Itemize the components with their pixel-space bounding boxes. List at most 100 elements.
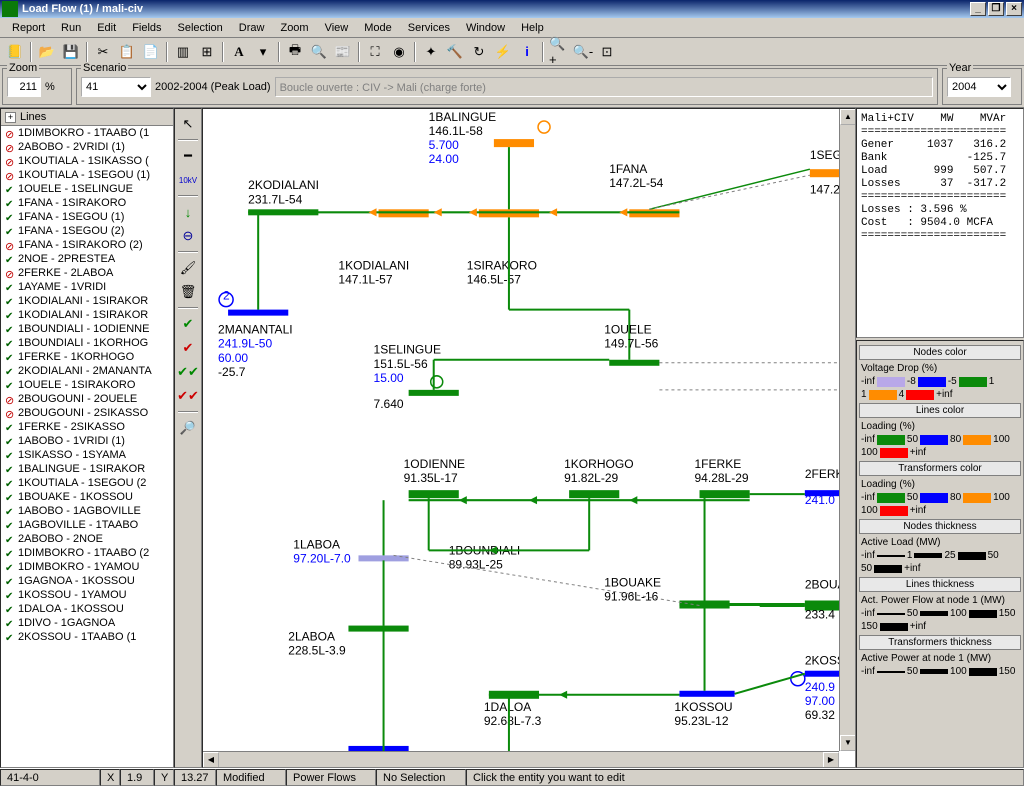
bolt-icon[interactable]: ⚡ <box>492 41 514 63</box>
line-item[interactable]: 1DALOA - 1KOSSOU <box>1 602 173 616</box>
info-icon[interactable]: i <box>516 41 538 63</box>
menu-fields[interactable]: Fields <box>124 20 169 36</box>
line-item[interactable]: 1KODIALANI - 1SIRAKOR <box>1 308 173 322</box>
paste-icon[interactable]: 📄 <box>140 41 162 63</box>
transformer-icon[interactable]: ⊖ <box>176 225 200 247</box>
line-item[interactable]: 1FANA - 1SIRAKORO (2) <box>1 238 173 252</box>
menu-window[interactable]: Window <box>458 20 513 36</box>
scroll-right-icon[interactable]: ▶ <box>823 752 839 768</box>
line-item[interactable]: 1KODIALANI - 1SIRAKOR <box>1 294 173 308</box>
line-item[interactable]: 1FERKE - 1KORHOGO <box>1 350 173 364</box>
minimize-button[interactable]: _ <box>970 2 986 16</box>
menu-view[interactable]: View <box>317 20 357 36</box>
line-item[interactable]: 1GAGNOA - 1KOSSOU <box>1 574 173 588</box>
trash-icon[interactable]: 🗑 <box>176 281 200 303</box>
line-item[interactable]: 2ABOBO - 2NOE <box>1 532 173 546</box>
line-item[interactable]: 1ABOBO - 1VRIDI (1) <box>1 434 173 448</box>
cut-icon[interactable]: ✂ <box>92 41 114 63</box>
year-select[interactable]: 2004 <box>947 77 1011 97</box>
hammer-icon[interactable]: 🔨 <box>444 41 466 63</box>
line-item[interactable]: 1OUELE - 1SELINGUE <box>1 182 173 196</box>
star-icon[interactable]: ✦ <box>420 41 442 63</box>
check-green-icon[interactable]: ✔ <box>176 313 200 335</box>
line-item[interactable]: 1FANA - 1SIRAKORO <box>1 196 173 210</box>
zoom-input[interactable] <box>7 77 41 97</box>
font-icon[interactable]: A <box>228 41 250 63</box>
refresh-icon[interactable]: ↻ <box>468 41 490 63</box>
line-item[interactable]: 1FERKE - 2SIKASSO <box>1 420 173 434</box>
line-item[interactable]: 1KOUTIALA - 1SEGOU (2 <box>1 476 173 490</box>
hierarchy-icon[interactable]: ⛶ <box>364 41 386 63</box>
line-item[interactable]: 1BALINGUE - 1SIRAKOR <box>1 462 173 476</box>
line-item[interactable]: 2NOE - 2PRESTEA <box>1 252 173 266</box>
zoom-in-icon[interactable]: 🔍+ <box>548 41 570 63</box>
vertical-scrollbar[interactable]: ▲ ▼ <box>839 109 855 751</box>
check-red-icon[interactable]: ✔ <box>176 337 200 359</box>
line-item[interactable]: 2BOUGOUNI - 2OUELE <box>1 392 173 406</box>
scroll-left-icon[interactable]: ◀ <box>203 752 219 768</box>
line-item[interactable]: 1AYAME - 1VRIDI <box>1 280 173 294</box>
lines-header[interactable]: + Lines <box>1 109 173 126</box>
line-item[interactable]: 1KOUTIALA - 1SIKASSO ( <box>1 154 173 168</box>
line-item[interactable]: 1KOSSOU - 1YAMOU <box>1 588 173 602</box>
copy-icon[interactable]: 📋 <box>116 41 138 63</box>
print-preview-icon[interactable]: 🔍 <box>308 41 330 63</box>
line-item[interactable]: 2KODIALANI - 2MANANTA <box>1 364 173 378</box>
line-item[interactable]: 1DIMBOKRO - 1YAMOU <box>1 560 173 574</box>
dropdown-icon[interactable]: ▾ <box>252 41 274 63</box>
diagram-canvas[interactable]: 2KODIALANI 231.7L-54 1KODIALANI 147.1L-5… <box>202 108 856 768</box>
menu-help[interactable]: Help <box>513 20 552 36</box>
menu-run[interactable]: Run <box>53 20 89 36</box>
horizontal-scrollbar[interactable]: ◀ ▶ <box>203 751 839 767</box>
check2-red-icon[interactable]: ✔✔ <box>176 385 200 407</box>
scroll-up-icon[interactable]: ▲ <box>840 109 856 125</box>
line-item[interactable]: 1OUELE - 1SIRAKORO <box>1 378 173 392</box>
scroll-down-icon[interactable]: ▼ <box>840 735 856 751</box>
menu-zoom[interactable]: Zoom <box>272 20 316 36</box>
menu-draw[interactable]: Draw <box>231 20 273 36</box>
menu-report[interactable]: Report <box>4 20 53 36</box>
line-item[interactable]: 1FANA - 1SEGOU (2) <box>1 224 173 238</box>
line-item[interactable]: 1BOUNDIALI - 1ODIENNE <box>1 322 173 336</box>
line-item[interactable]: 1KOUTIALA - 1SEGOU (1) <box>1 168 173 182</box>
line-item[interactable]: 1FANA - 1SEGOU (1) <box>1 210 173 224</box>
line-item[interactable]: 1SIKASSO - 1SYAMA <box>1 448 173 462</box>
arrow-down-icon[interactable]: ↓ <box>176 201 200 223</box>
columns-icon[interactable]: ▥ <box>172 41 194 63</box>
close-button[interactable]: × <box>1006 2 1022 16</box>
line-item[interactable]: 2KOSSOU - 1TAABO (1 <box>1 630 173 644</box>
zoom-out-icon[interactable]: 🔍- <box>572 41 594 63</box>
line-item[interactable]: 1AGBOVILLE - 1TAABO <box>1 518 173 532</box>
grid-icon[interactable]: ⊞ <box>196 41 218 63</box>
check2-green-icon[interactable]: ✔✔ <box>176 361 200 383</box>
magnify-icon[interactable]: 🔎 <box>176 417 200 439</box>
zoom-fit-icon[interactable]: ⊡ <box>596 41 618 63</box>
line-item[interactable]: 1DIVO - 1GAGNOA <box>1 616 173 630</box>
line-item[interactable]: 2BOUGOUNI - 2SIKASSO <box>1 406 173 420</box>
menu-selection[interactable]: Selection <box>170 20 231 36</box>
line-item[interactable]: 2FERKE - 2LABOA <box>1 266 173 280</box>
menu-mode[interactable]: Mode <box>356 20 400 36</box>
line-item[interactable]: 1ABOBO - 1AGBOVILLE <box>1 504 173 518</box>
pointer-icon[interactable]: ↖ <box>176 113 200 135</box>
print-icon[interactable]: 🖶 <box>284 41 306 63</box>
book-icon[interactable]: 📒 <box>4 41 26 63</box>
lines-list[interactable]: 1DIMBOKRO - 1TAABO (12ABOBO - 2VRIDI (1)… <box>1 126 173 767</box>
bus-v-icon[interactable]: 10kV <box>176 169 200 191</box>
page-setup-icon[interactable]: 📰 <box>332 41 354 63</box>
open-icon[interactable]: 📂 <box>36 41 58 63</box>
save-icon[interactable]: 💾 <box>60 41 82 63</box>
line-item[interactable]: 1BOUAKE - 1KOSSOU <box>1 490 173 504</box>
line-item[interactable]: 1DIMBOKRO - 1TAABO (1 <box>1 126 173 140</box>
menu-services[interactable]: Services <box>400 20 458 36</box>
line-item[interactable]: 2ABOBO - 2VRIDI (1) <box>1 140 173 154</box>
line-item[interactable]: 1BOUNDIALI - 1KORHOG <box>1 336 173 350</box>
brush-icon[interactable]: 🖌 <box>176 257 200 279</box>
expand-icon[interactable]: + <box>5 112 16 123</box>
maximize-button[interactable]: ❐ <box>988 2 1004 16</box>
node-icon[interactable]: ◉ <box>388 41 410 63</box>
bus-h-icon[interactable]: ━ <box>176 145 200 167</box>
menu-edit[interactable]: Edit <box>89 20 124 36</box>
line-item[interactable]: 1DIMBOKRO - 1TAABO (2 <box>1 546 173 560</box>
scenario-select[interactable]: 41 <box>81 77 151 97</box>
